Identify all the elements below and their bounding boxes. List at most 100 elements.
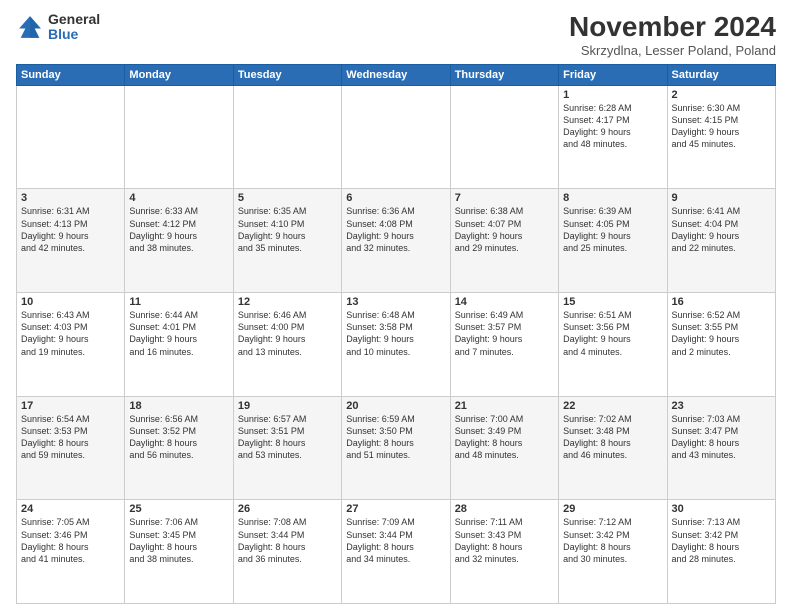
header: General Blue November 2024 Skrzydlna, Le… [16, 12, 776, 58]
day-cell [342, 85, 450, 189]
day-number: 22 [563, 400, 662, 412]
day-number: 11 [129, 296, 228, 308]
day-info: Sunrise: 7:12 AM Sunset: 3:42 PM Dayligh… [563, 516, 662, 565]
day-cell: 29Sunrise: 7:12 AM Sunset: 3:42 PM Dayli… [559, 500, 667, 604]
day-cell: 19Sunrise: 6:57 AM Sunset: 3:51 PM Dayli… [233, 396, 341, 500]
day-info: Sunrise: 6:54 AM Sunset: 3:53 PM Dayligh… [21, 413, 120, 462]
day-cell: 14Sunrise: 6:49 AM Sunset: 3:57 PM Dayli… [450, 293, 558, 397]
day-info: Sunrise: 6:48 AM Sunset: 3:58 PM Dayligh… [346, 309, 445, 358]
header-row: Sunday Monday Tuesday Wednesday Thursday… [17, 64, 776, 85]
day-info: Sunrise: 7:13 AM Sunset: 3:42 PM Dayligh… [672, 516, 771, 565]
day-info: Sunrise: 6:31 AM Sunset: 4:13 PM Dayligh… [21, 205, 120, 254]
day-number: 24 [21, 503, 120, 515]
day-cell: 18Sunrise: 6:56 AM Sunset: 3:52 PM Dayli… [125, 396, 233, 500]
day-cell: 8Sunrise: 6:39 AM Sunset: 4:05 PM Daylig… [559, 189, 667, 293]
day-number: 14 [455, 296, 554, 308]
col-thursday: Thursday [450, 64, 558, 85]
day-number: 27 [346, 503, 445, 515]
week-row-3: 17Sunrise: 6:54 AM Sunset: 3:53 PM Dayli… [17, 396, 776, 500]
day-number: 15 [563, 296, 662, 308]
day-number: 2 [672, 89, 771, 101]
day-info: Sunrise: 7:02 AM Sunset: 3:48 PM Dayligh… [563, 413, 662, 462]
day-cell: 3Sunrise: 6:31 AM Sunset: 4:13 PM Daylig… [17, 189, 125, 293]
day-number: 19 [238, 400, 337, 412]
day-cell: 5Sunrise: 6:35 AM Sunset: 4:10 PM Daylig… [233, 189, 341, 293]
day-number: 13 [346, 296, 445, 308]
day-info: Sunrise: 6:39 AM Sunset: 4:05 PM Dayligh… [563, 205, 662, 254]
day-number: 10 [21, 296, 120, 308]
day-cell: 4Sunrise: 6:33 AM Sunset: 4:12 PM Daylig… [125, 189, 233, 293]
day-info: Sunrise: 7:06 AM Sunset: 3:45 PM Dayligh… [129, 516, 228, 565]
day-cell: 17Sunrise: 6:54 AM Sunset: 3:53 PM Dayli… [17, 396, 125, 500]
day-cell: 21Sunrise: 7:00 AM Sunset: 3:49 PM Dayli… [450, 396, 558, 500]
day-cell: 1Sunrise: 6:28 AM Sunset: 4:17 PM Daylig… [559, 85, 667, 189]
day-number: 23 [672, 400, 771, 412]
col-sunday: Sunday [17, 64, 125, 85]
day-number: 25 [129, 503, 228, 515]
day-info: Sunrise: 6:51 AM Sunset: 3:56 PM Dayligh… [563, 309, 662, 358]
day-info: Sunrise: 6:38 AM Sunset: 4:07 PM Dayligh… [455, 205, 554, 254]
day-cell: 13Sunrise: 6:48 AM Sunset: 3:58 PM Dayli… [342, 293, 450, 397]
day-number: 21 [455, 400, 554, 412]
col-tuesday: Tuesday [233, 64, 341, 85]
day-cell: 10Sunrise: 6:43 AM Sunset: 4:03 PM Dayli… [17, 293, 125, 397]
day-cell: 22Sunrise: 7:02 AM Sunset: 3:48 PM Dayli… [559, 396, 667, 500]
day-info: Sunrise: 7:03 AM Sunset: 3:47 PM Dayligh… [672, 413, 771, 462]
day-cell: 16Sunrise: 6:52 AM Sunset: 3:55 PM Dayli… [667, 293, 775, 397]
day-number: 1 [563, 89, 662, 101]
logo-general-label: General [48, 12, 100, 27]
week-row-1: 3Sunrise: 6:31 AM Sunset: 4:13 PM Daylig… [17, 189, 776, 293]
day-number: 4 [129, 192, 228, 204]
day-cell: 24Sunrise: 7:05 AM Sunset: 3:46 PM Dayli… [17, 500, 125, 604]
day-cell: 25Sunrise: 7:06 AM Sunset: 3:45 PM Dayli… [125, 500, 233, 604]
col-saturday: Saturday [667, 64, 775, 85]
day-cell: 28Sunrise: 7:11 AM Sunset: 3:43 PM Dayli… [450, 500, 558, 604]
day-info: Sunrise: 6:41 AM Sunset: 4:04 PM Dayligh… [672, 205, 771, 254]
day-cell: 30Sunrise: 7:13 AM Sunset: 3:42 PM Dayli… [667, 500, 775, 604]
day-number: 26 [238, 503, 337, 515]
day-number: 9 [672, 192, 771, 204]
col-wednesday: Wednesday [342, 64, 450, 85]
day-number: 17 [21, 400, 120, 412]
week-row-0: 1Sunrise: 6:28 AM Sunset: 4:17 PM Daylig… [17, 85, 776, 189]
day-info: Sunrise: 7:05 AM Sunset: 3:46 PM Dayligh… [21, 516, 120, 565]
day-info: Sunrise: 6:46 AM Sunset: 4:00 PM Dayligh… [238, 309, 337, 358]
week-row-2: 10Sunrise: 6:43 AM Sunset: 4:03 PM Dayli… [17, 293, 776, 397]
day-number: 8 [563, 192, 662, 204]
day-number: 28 [455, 503, 554, 515]
title-block: November 2024 Skrzydlna, Lesser Poland, … [569, 12, 776, 58]
day-info: Sunrise: 6:36 AM Sunset: 4:08 PM Dayligh… [346, 205, 445, 254]
month-title: November 2024 [569, 12, 776, 43]
page: General Blue November 2024 Skrzydlna, Le… [0, 0, 792, 612]
day-number: 29 [563, 503, 662, 515]
day-number: 16 [672, 296, 771, 308]
calendar: Sunday Monday Tuesday Wednesday Thursday… [16, 64, 776, 604]
day-cell [233, 85, 341, 189]
day-number: 12 [238, 296, 337, 308]
day-cell: 20Sunrise: 6:59 AM Sunset: 3:50 PM Dayli… [342, 396, 450, 500]
day-number: 18 [129, 400, 228, 412]
day-info: Sunrise: 6:44 AM Sunset: 4:01 PM Dayligh… [129, 309, 228, 358]
day-info: Sunrise: 7:08 AM Sunset: 3:44 PM Dayligh… [238, 516, 337, 565]
day-cell: 12Sunrise: 6:46 AM Sunset: 4:00 PM Dayli… [233, 293, 341, 397]
day-number: 6 [346, 192, 445, 204]
day-info: Sunrise: 7:00 AM Sunset: 3:49 PM Dayligh… [455, 413, 554, 462]
day-cell: 26Sunrise: 7:08 AM Sunset: 3:44 PM Dayli… [233, 500, 341, 604]
col-monday: Monday [125, 64, 233, 85]
day-cell: 23Sunrise: 7:03 AM Sunset: 3:47 PM Dayli… [667, 396, 775, 500]
day-info: Sunrise: 6:57 AM Sunset: 3:51 PM Dayligh… [238, 413, 337, 462]
day-cell: 11Sunrise: 6:44 AM Sunset: 4:01 PM Dayli… [125, 293, 233, 397]
day-cell [450, 85, 558, 189]
day-info: Sunrise: 6:59 AM Sunset: 3:50 PM Dayligh… [346, 413, 445, 462]
calendar-table: Sunday Monday Tuesday Wednesday Thursday… [16, 64, 776, 604]
day-cell: 27Sunrise: 7:09 AM Sunset: 3:44 PM Dayli… [342, 500, 450, 604]
logo-text: General Blue [48, 12, 100, 43]
day-info: Sunrise: 6:33 AM Sunset: 4:12 PM Dayligh… [129, 205, 228, 254]
day-info: Sunrise: 6:30 AM Sunset: 4:15 PM Dayligh… [672, 102, 771, 151]
day-info: Sunrise: 6:49 AM Sunset: 3:57 PM Dayligh… [455, 309, 554, 358]
day-cell [125, 85, 233, 189]
logo-blue-label: Blue [48, 27, 100, 42]
location: Skrzydlna, Lesser Poland, Poland [569, 43, 776, 58]
col-friday: Friday [559, 64, 667, 85]
day-cell: 15Sunrise: 6:51 AM Sunset: 3:56 PM Dayli… [559, 293, 667, 397]
